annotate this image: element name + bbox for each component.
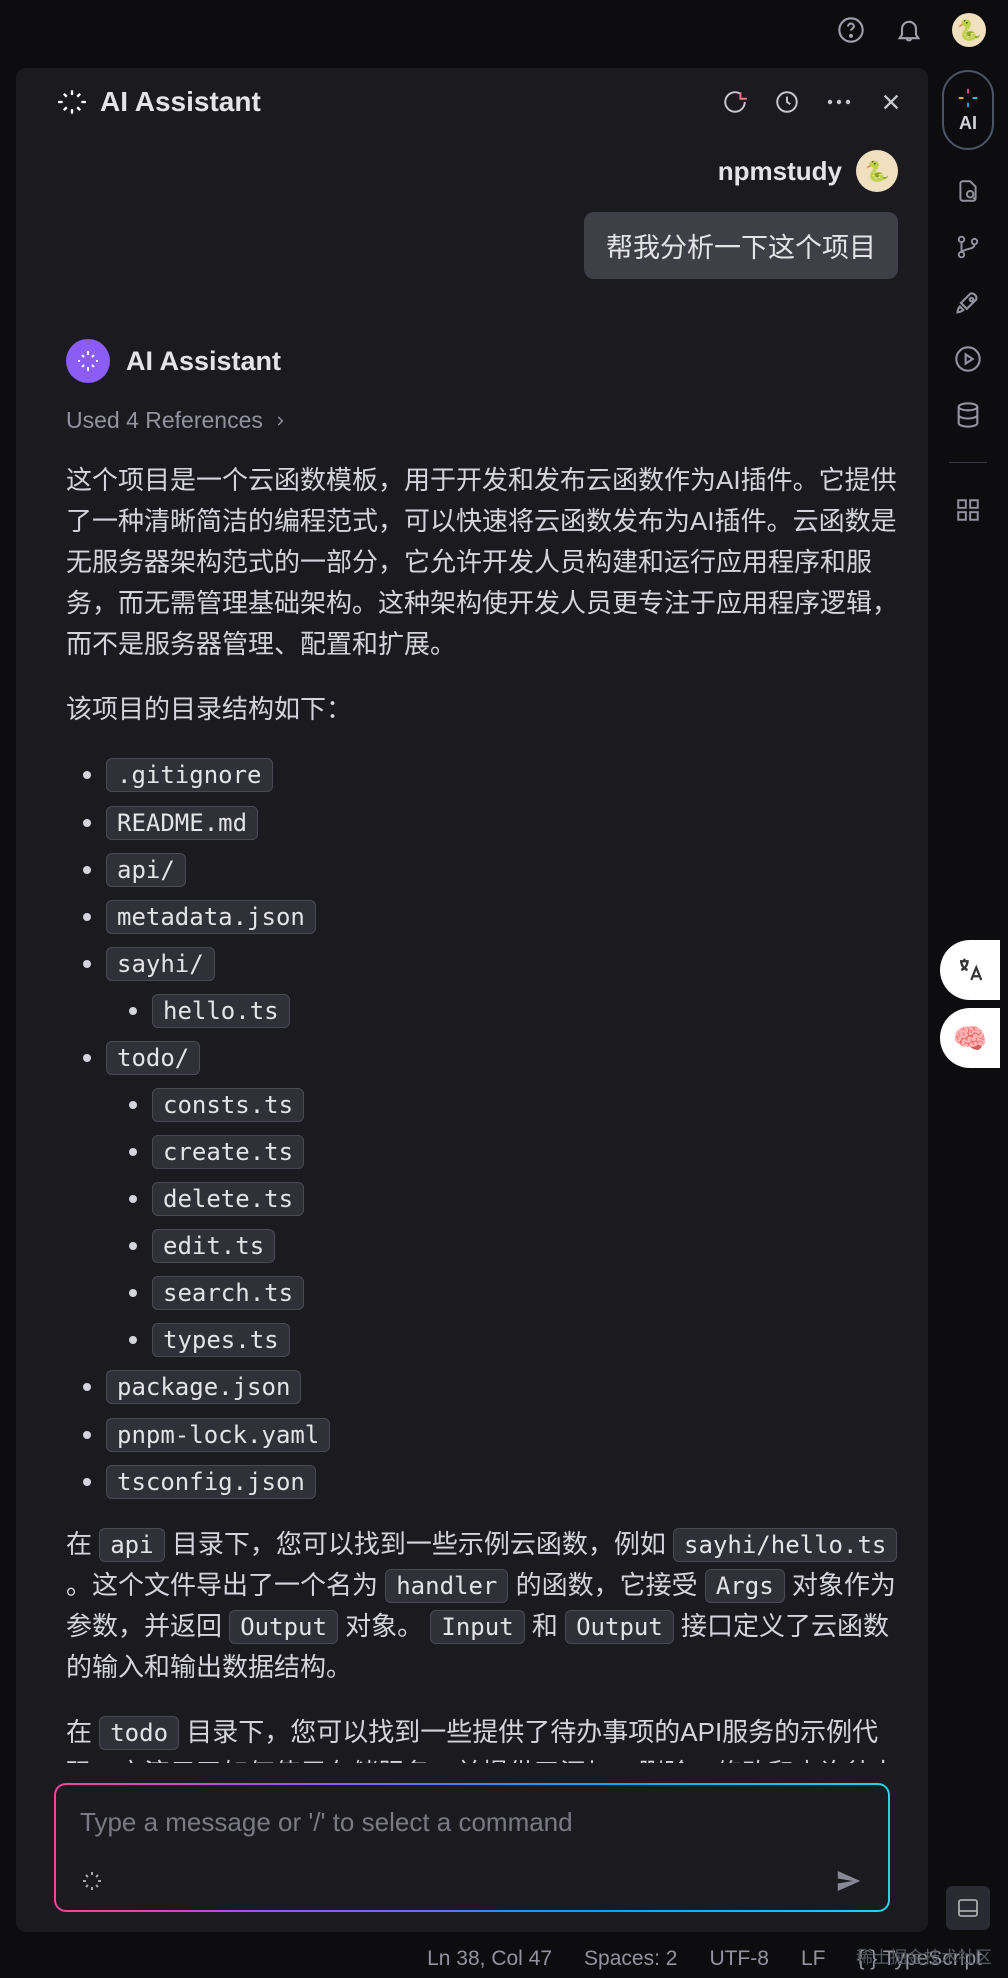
assistant-header: AI Assistant [66,339,910,383]
ai-assistant-panel: AI Assistant npmstudy � [16,68,928,1932]
code-api: api [99,1528,164,1562]
top-bar: 🐍 [0,0,1008,60]
bell-icon[interactable] [894,15,924,45]
file-search-icon[interactable] [953,176,983,206]
code-handler: handler [385,1569,508,1603]
code-todo: todo [99,1716,179,1750]
more-icon[interactable] [826,89,852,115]
play-circle-icon[interactable] [953,344,983,374]
file-item: tsconfig.json [106,1461,910,1502]
brain-button[interactable]: 🧠 [940,1008,1000,1068]
code-output2: Output [565,1610,674,1644]
code-output: Output [229,1610,338,1644]
input-placeholder: Type a message or '/' to select a comman… [80,1807,864,1838]
code-input: Input [430,1610,524,1644]
grid-icon[interactable] [953,495,983,525]
file-item: todo/consts.tscreate.tsdelete.tsedit.tss… [106,1037,910,1361]
response-paragraph: 这个项目是一个云函数模板，用于开发和发布云函数作为AI插件。它提供了一种清晰简洁… [66,460,910,665]
file-item: .gitignore [106,754,910,795]
chat-body: npmstudy 🐍 帮我分析一下这个项目 AI Assistant Used … [16,136,928,1763]
panel-header: AI Assistant [16,68,928,136]
code-args: Args [705,1569,785,1603]
help-icon[interactable] [836,15,866,45]
file-item: README.md [106,802,910,843]
file-item: sayhi/hello.ts [106,943,910,1031]
code-hello: sayhi/hello.ts [673,1528,897,1562]
rocket-icon[interactable] [953,288,983,318]
assistant-avatar [66,339,110,383]
close-icon[interactable] [878,89,904,115]
status-spaces[interactable]: Spaces: 2 [584,1947,677,1971]
file-item: api/ [106,849,910,890]
user-name: npmstudy [718,156,842,187]
response-paragraph: 在 api 目录下，您可以找到一些示例云函数，例如 sayhi/hello.ts… [66,1524,910,1688]
user-bubble: 帮我分析一下这个项目 [584,212,898,279]
file-item: package.json [106,1366,910,1407]
panel-title: AI Assistant [100,86,708,118]
status-eol[interactable]: LF [801,1947,826,1971]
panel-toggle-icon[interactable] [946,1886,990,1930]
references-link[interactable]: Used 4 References [66,407,910,434]
translate-button[interactable] [940,940,1000,1000]
user-avatar-small: 🐍 [856,150,898,192]
sparkle-icon [58,88,86,116]
response-paragraph: 该项目的目录结构如下： [66,689,910,730]
file-item: pnpm-lock.yaml [106,1414,910,1455]
new-chat-icon[interactable] [722,89,748,115]
user-avatar[interactable]: 🐍 [952,13,986,47]
history-icon[interactable] [774,89,800,115]
git-branch-icon[interactable] [953,232,983,262]
user-message: npmstudy 🐍 帮我分析一下这个项目 [66,150,898,279]
send-icon[interactable] [834,1866,864,1896]
sparkle-small-icon[interactable] [80,1869,104,1893]
file-tree: .gitignore README.md api/metadata.json sayh… [66,754,910,1501]
input-area: Type a message or '/' to select a comman… [16,1763,928,1932]
watermark: 稀土掘金技术社区 [856,1943,992,1968]
status-position[interactable]: Ln 38, Col 47 [427,1947,552,1971]
message-input[interactable]: Type a message or '/' to select a comman… [54,1783,890,1912]
ai-badge[interactable]: AI [942,70,994,150]
assistant-name: AI Assistant [126,346,281,377]
file-item: metadata.json [106,896,910,937]
assistant-response: 这个项目是一个云函数模板，用于开发和发布云函数作为AI插件。它提供了一种清晰简洁… [66,460,910,1763]
status-encoding[interactable]: UTF-8 [709,1947,769,1971]
floating-buttons: 🧠 [940,940,1000,1068]
database-icon[interactable] [953,400,983,430]
response-paragraph: 在 todo 目录下，您可以找到一些提供了待办事项的API服务的示例代码。它演示… [66,1712,910,1763]
